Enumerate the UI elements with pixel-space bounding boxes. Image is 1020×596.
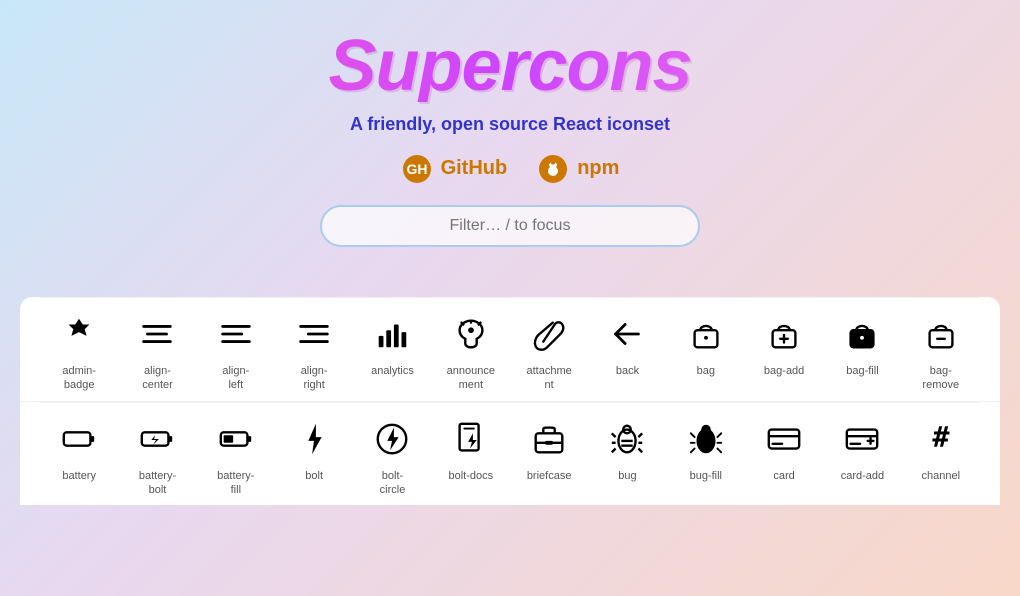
icon-briefcase[interactable]: briefcase	[510, 403, 588, 506]
icon-card-add[interactable]: card-add	[823, 403, 901, 506]
icon-bug[interactable]: bug	[588, 403, 666, 506]
github-icon: GH	[401, 153, 433, 185]
icon-bag-add[interactable]: bag-add	[745, 298, 823, 401]
icon-battery-fill[interactable]: battery-fill	[197, 403, 275, 506]
icon-bag[interactable]: bag	[667, 298, 745, 401]
github-link[interactable]: GH GitHub	[401, 153, 508, 185]
search-input[interactable]	[320, 205, 700, 247]
app-title: Supercons	[20, 30, 1000, 102]
icon-card[interactable]: card	[745, 403, 823, 506]
icons-row-2: battery battery-bolt battery	[40, 402, 980, 506]
icon-align-center[interactable]: align-center	[118, 298, 196, 401]
icon-battery[interactable]: battery	[40, 403, 118, 506]
icon-bag-remove[interactable]: bag-remove	[902, 298, 980, 401]
icon-announcement[interactable]: announcement	[432, 298, 510, 401]
icon-admin-badge[interactable]: admin-badge	[40, 298, 118, 401]
svg-text:#: #	[932, 420, 950, 453]
npm-icon	[537, 153, 569, 185]
icon-back[interactable]: back	[588, 298, 666, 401]
icon-channel[interactable]: # channel	[902, 403, 980, 506]
icons-grid-wrapper: admin-badge align-center ali	[20, 297, 1000, 505]
icon-align-right[interactable]: align-right	[275, 298, 353, 401]
icon-bolt[interactable]: bolt	[275, 403, 353, 506]
icon-bolt-docs[interactable]: bolt-docs	[432, 403, 510, 506]
icon-align-left[interactable]: align-left	[197, 298, 275, 401]
github-label: GitHub	[441, 157, 508, 182]
search-container	[20, 205, 1000, 247]
icons-row-1: admin-badge align-center ali	[40, 297, 980, 401]
links-row: GH GitHub npm	[20, 153, 1000, 185]
npm-link[interactable]: npm	[537, 153, 619, 185]
icon-bag-fill[interactable]: bag-fill	[823, 298, 901, 401]
hero-section: Supercons A friendly, open source React …	[0, 0, 1020, 277]
icon-attachment[interactable]: attachment	[510, 298, 588, 401]
npm-label: npm	[577, 157, 619, 182]
icon-bolt-circle[interactable]: bolt-circle	[353, 403, 431, 506]
icon-bug-fill[interactable]: bug-fill	[667, 403, 745, 506]
svg-text:GH: GH	[406, 161, 427, 177]
icon-battery-bolt[interactable]: battery-bolt	[118, 403, 196, 506]
hero-subtitle: A friendly, open source React iconset	[20, 114, 1000, 135]
icon-analytics[interactable]: analytics	[353, 298, 431, 401]
